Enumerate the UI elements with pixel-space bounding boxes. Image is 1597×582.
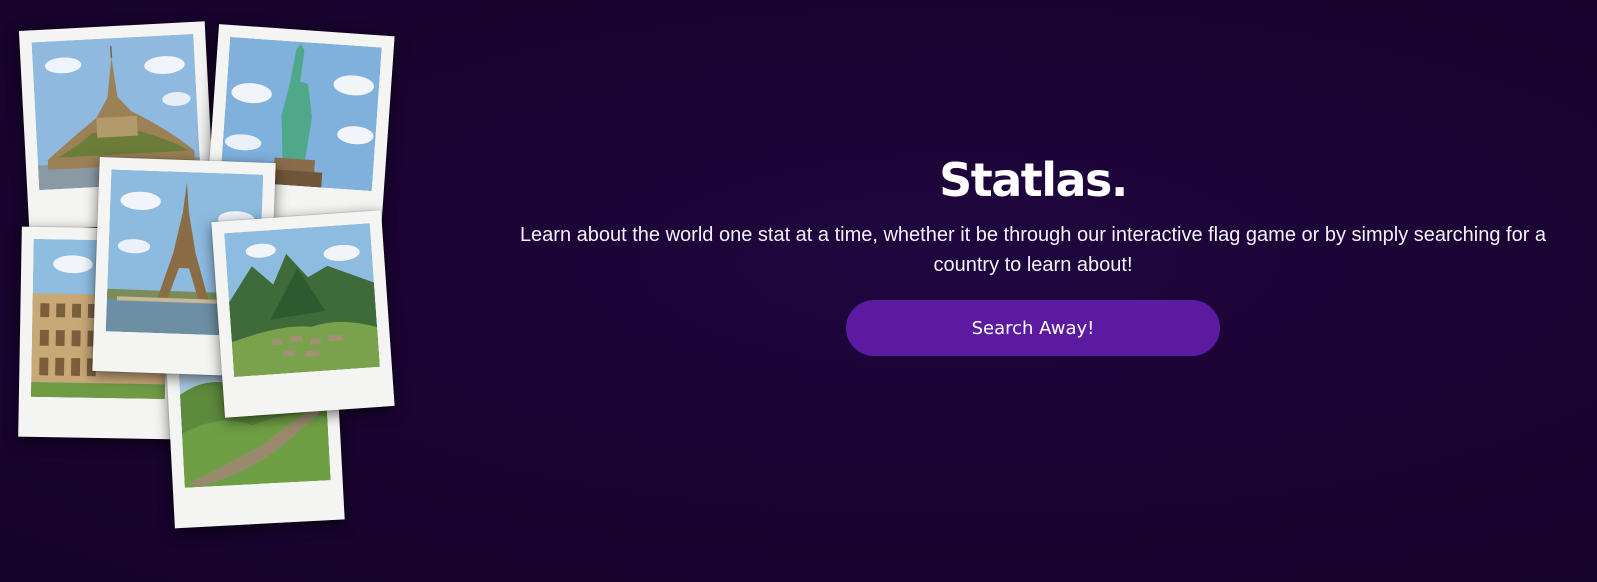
photo-collage	[0, 0, 410, 582]
hero-content: Statlas. Learn about the world one stat …	[500, 150, 1566, 356]
hero-section: Statlas. Learn about the world one stat …	[0, 0, 1597, 582]
polaroid-machu-picchu	[211, 210, 395, 418]
brand-logo: Statlas.	[939, 153, 1128, 207]
machu-picchu-image	[224, 223, 380, 377]
hero-tagline: Learn about the world one stat at a time…	[519, 224, 1547, 276]
search-away-button[interactable]: Search Away!	[846, 300, 1220, 356]
